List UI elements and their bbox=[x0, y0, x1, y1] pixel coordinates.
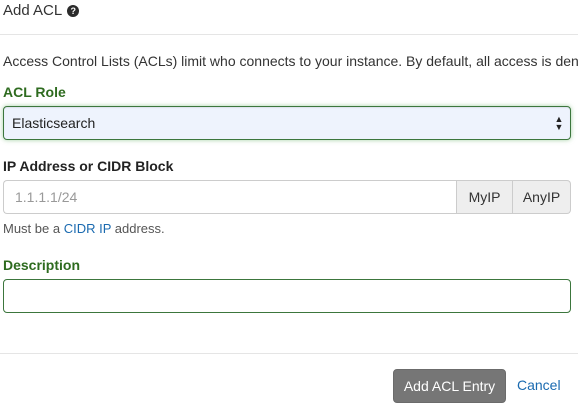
myip-button[interactable]: MyIP bbox=[456, 180, 513, 214]
acl-role-select[interactable]: Elasticsearch ▲ ▼ bbox=[3, 106, 571, 140]
question-circle-icon[interactable]: ? bbox=[67, 4, 80, 17]
modal-header: Add ACL ? bbox=[0, 0, 578, 35]
modal-title: Add ACL ? bbox=[3, 2, 80, 19]
cancel-link[interactable]: Cancel bbox=[517, 377, 561, 393]
ip-help-text: Must be a CIDR IP address. bbox=[3, 221, 165, 236]
footer-divider bbox=[0, 353, 578, 354]
add-acl-entry-button[interactable]: Add ACL Entry bbox=[393, 369, 506, 403]
cidr-ip-link[interactable]: CIDR IP bbox=[64, 221, 111, 236]
ip-help-prefix: Must be a bbox=[3, 221, 64, 236]
ip-help-suffix: address. bbox=[111, 221, 165, 236]
description-label: Description bbox=[3, 257, 81, 273]
modal-title-text: Add ACL bbox=[3, 2, 63, 19]
ip-address-label: IP Address or CIDR Block bbox=[3, 158, 174, 174]
anyip-button[interactable]: AnyIP bbox=[513, 180, 571, 214]
acl-role-label: ACL Role bbox=[3, 84, 66, 100]
select-arrows-icon: ▲ ▼ bbox=[554, 114, 564, 132]
ip-address-input[interactable] bbox=[3, 180, 456, 214]
acl-role-selected-value: Elasticsearch bbox=[12, 115, 96, 131]
intro-text: Access Control Lists (ACLs) limit who co… bbox=[3, 53, 578, 69]
description-input[interactable] bbox=[3, 279, 571, 313]
ip-input-group: MyIP AnyIP bbox=[3, 180, 571, 214]
